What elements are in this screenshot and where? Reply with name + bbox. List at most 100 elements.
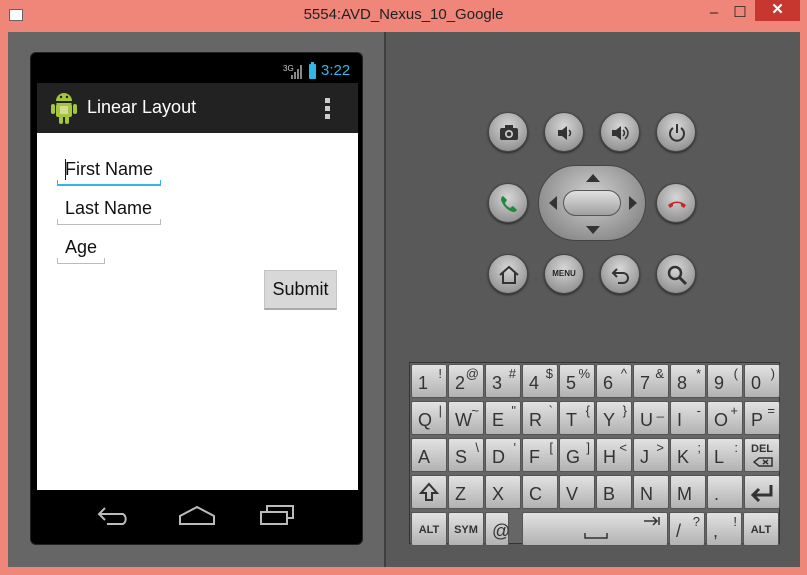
key-alt-label: # [508,366,516,381]
key-v[interactable]: V [559,475,595,509]
minimize-button[interactable]: – [702,3,726,23]
key-a[interactable]: A [411,438,447,472]
key-label: Y [603,410,616,430]
key-alt-label: { [585,403,590,418]
key-m[interactable]: M [670,475,706,509]
age-input[interactable]: Age [57,237,105,264]
key-w[interactable]: W ~ [448,401,484,435]
key-label: SYM [454,524,478,536]
key-9[interactable]: 9( [707,364,743,398]
key-2[interactable]: 2 @ [448,364,484,398]
end-call-icon [668,201,686,208]
key-3[interactable]: 3 # [485,364,521,398]
shift-key[interactable] [411,475,447,509]
volume-up-icon [612,126,629,140]
key-i[interactable]: I- [670,401,706,435]
alt-key-left[interactable]: ALT [411,512,447,546]
key-label: M [677,484,692,504]
key-4[interactable]: 4 $ [522,364,558,398]
power-button[interactable] [656,112,696,152]
enter-key[interactable] [744,475,780,509]
device-pane: 3G 3:22 Linear Layout First Name Last Na… [8,32,384,567]
submit-button[interactable]: Submit [264,270,337,310]
key-label: D [492,447,505,467]
key-g[interactable]: G] [559,438,595,472]
key-period[interactable]: . [707,475,743,509]
key-x[interactable]: X [485,475,521,509]
key-o[interactable]: O + [707,401,743,435]
key-e[interactable]: E " [485,401,521,435]
key-c[interactable]: C [522,475,558,509]
key-h[interactable]: H < [596,438,632,472]
close-button[interactable]: ✕ [755,0,800,21]
key-r[interactable]: R ` [522,401,558,435]
key-label: K [677,447,690,467]
delete-key[interactable]: DEL [744,438,780,472]
key-f[interactable]: F[ [522,438,558,472]
key-label: L [714,447,725,467]
slash-key[interactable]: /? [669,512,705,546]
key-0[interactable]: 0) [744,364,780,398]
key-8[interactable]: 8 * [670,364,706,398]
key-l[interactable]: L: [707,438,743,472]
emulator-window: 5554:AVD_Nexus_10_Google – ☐ ✕ 3G 3:22 L… [0,0,807,575]
call-button[interactable] [488,183,528,223]
nav-back-icon[interactable] [97,504,137,526]
key-n[interactable]: N [633,475,669,509]
key-k[interactable]: K; [670,438,706,472]
key-d[interactable]: D ' [485,438,521,472]
last-name-input[interactable]: Last Name [57,198,161,225]
key-p[interactable]: P = [744,401,780,435]
key-label: N [640,484,653,504]
key-z[interactable]: Z [448,475,484,509]
navigation-bar [37,490,358,540]
key-j[interactable]: J > [633,438,669,472]
back-button[interactable] [600,254,640,294]
action-bar: Linear Layout [37,83,358,133]
key-y[interactable]: Y} [596,401,632,435]
key-1[interactable]: 1! [411,364,447,398]
home-button[interactable] [488,254,528,294]
key-label: Q [418,410,433,430]
key-u[interactable]: U _ [633,401,669,435]
key-label: E [492,410,505,430]
volume-up-button[interactable] [600,112,640,152]
volume-down-button[interactable] [544,112,584,152]
at-key[interactable]: @ [485,512,510,546]
shift-icon [419,482,439,501]
phone-call-icon [501,196,517,212]
first-name-input[interactable]: First Name [57,159,161,186]
space-key[interactable] [522,512,668,546]
nav-recent-apps-icon[interactable] [257,504,297,526]
app-title: Linear Layout [87,97,197,117]
end-call-button[interactable] [656,183,696,223]
alt-key-right[interactable]: ALT [743,512,779,546]
key-alt-label: \ [475,440,479,455]
maximize-button[interactable]: ☐ [728,3,752,23]
key-s[interactable]: S \ [448,438,484,472]
key-5[interactable]: 5% [559,364,595,398]
comma-key[interactable]: ,! [706,512,742,546]
sym-key[interactable]: SYM [448,512,484,546]
title-bar[interactable]: 5554:AVD_Nexus_10_Google – ☐ ✕ [0,0,807,32]
key-b[interactable]: B [596,475,632,509]
nav-home-icon[interactable] [177,504,217,526]
key-alt-label: : [734,440,738,455]
dpad[interactable] [538,165,646,241]
key-q[interactable]: Q | [411,401,447,435]
menu-label: MENU [552,269,576,278]
key-alt-label: ' [513,440,516,455]
search-button[interactable] [656,254,696,294]
key-alt-label: - [696,403,701,418]
key-alt-label: * [695,366,701,381]
overflow-menu-icon[interactable] [325,98,331,120]
key-t[interactable]: T{ [559,401,595,435]
key-alt-label: $ [545,366,553,381]
camera-button[interactable] [488,112,528,152]
menu-button[interactable]: MENU [544,254,584,294]
dpad-center-button[interactable] [563,190,621,216]
key-label: 0 [751,373,762,393]
key-7[interactable]: 7 & [633,364,669,398]
key-label: 1 [418,373,429,393]
key-6[interactable]: 6 ^ [596,364,632,398]
